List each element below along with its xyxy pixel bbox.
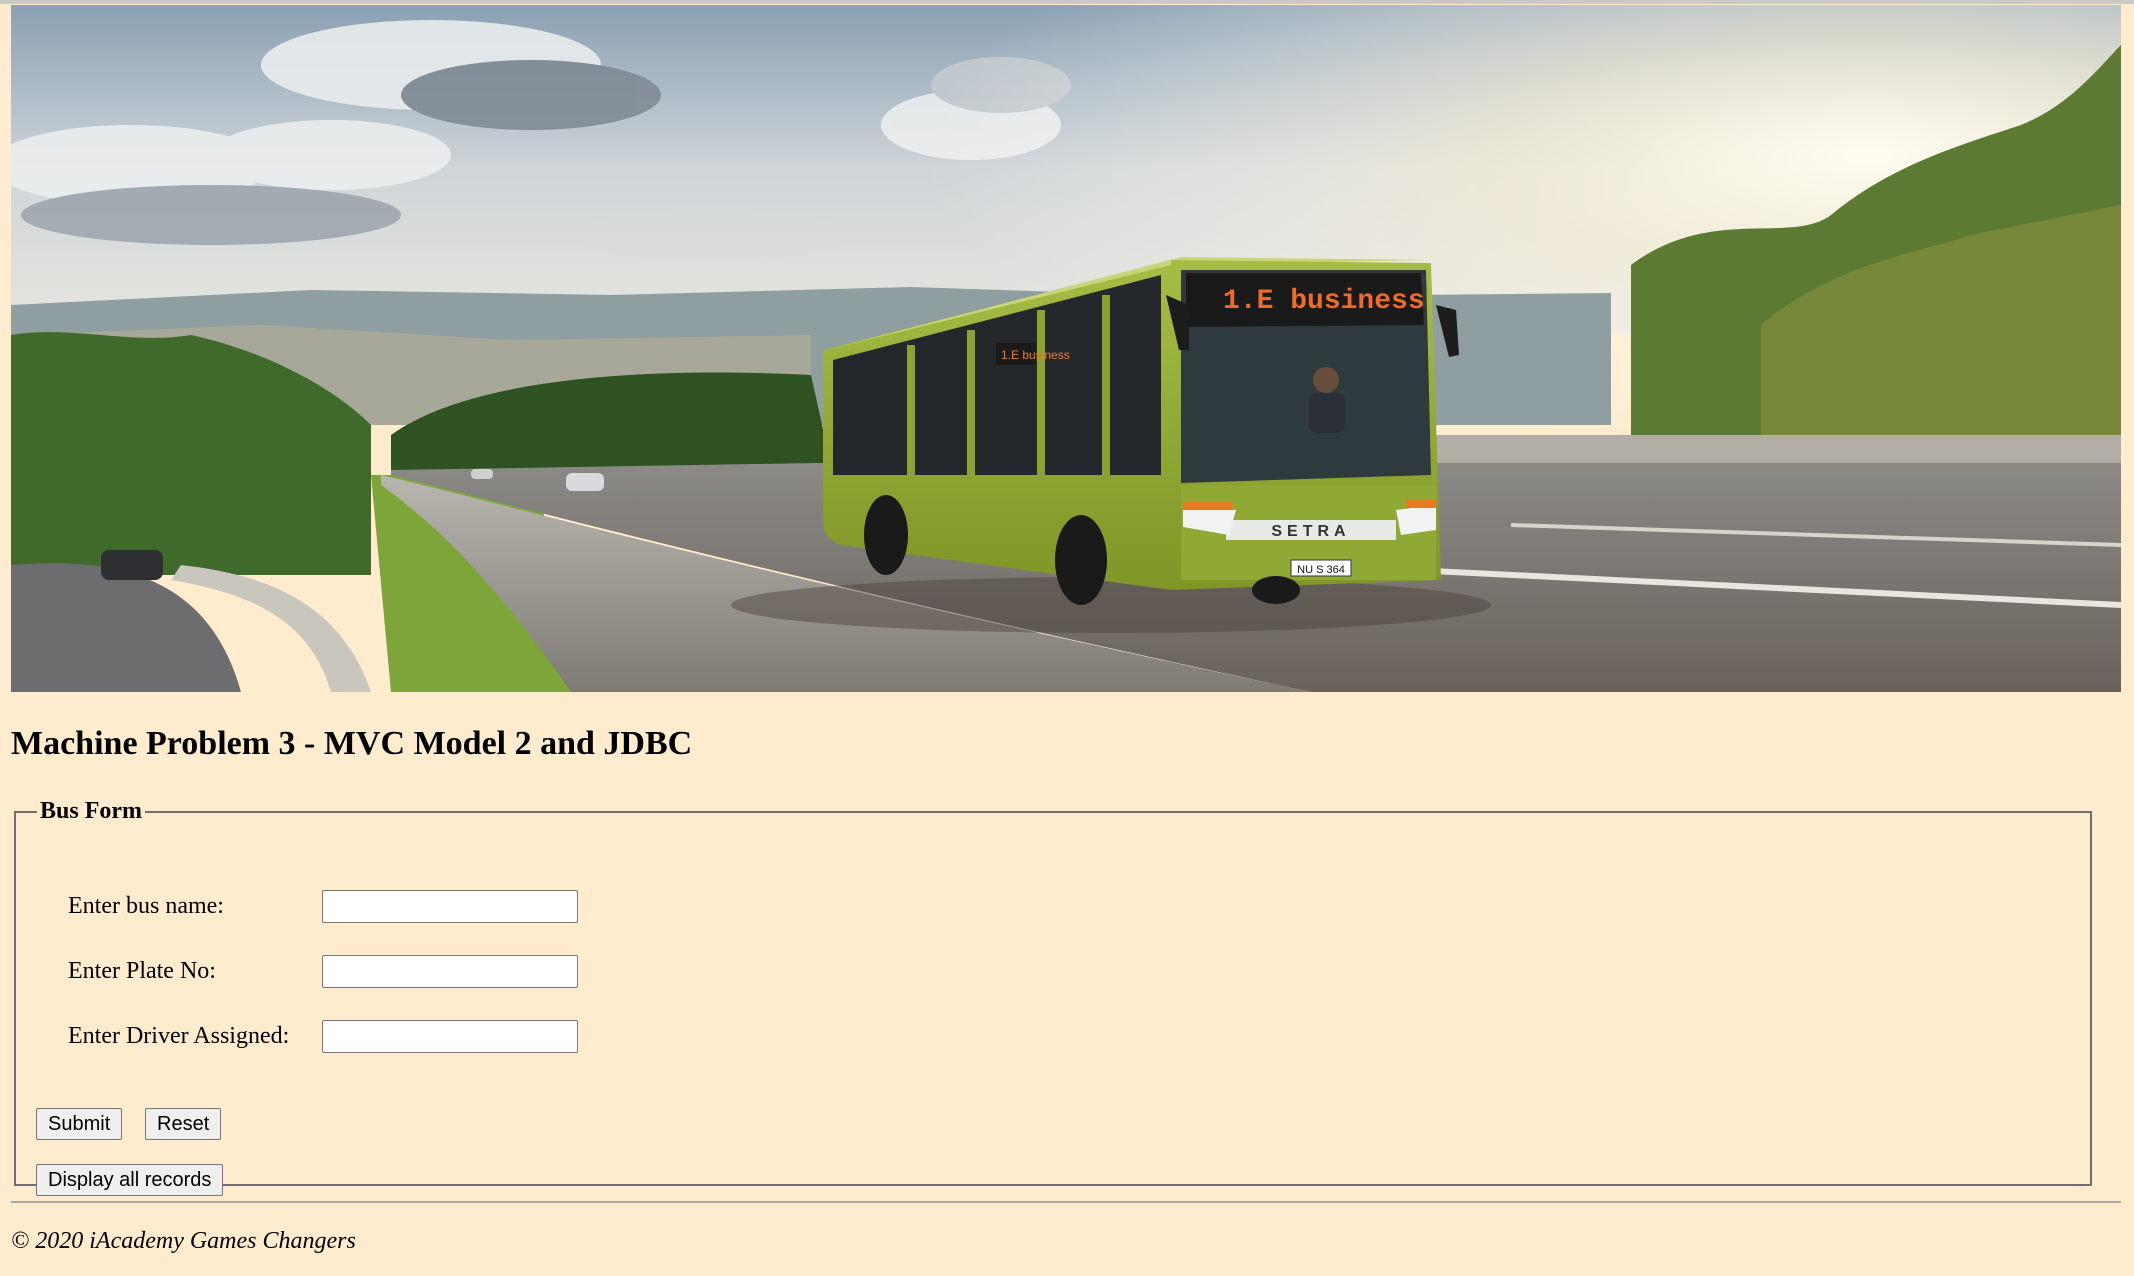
display-all-records-button[interactable]: Display all records	[36, 1164, 224, 1196]
plate-no-input[interactable]	[322, 955, 578, 988]
bus-on-highway-illustration: 1.E business 1.E business SETRA NU S 364	[11, 5, 2121, 692]
bus-name-input[interactable]	[322, 890, 578, 923]
bus-brand-text: SETRA	[1271, 523, 1350, 540]
reset-button[interactable]: Reset	[145, 1108, 222, 1140]
submit-button[interactable]: Submit	[36, 1108, 123, 1140]
driver-assigned-label: Enter Driver Assigned:	[68, 1023, 290, 1049]
bus-side-sign: 1.E business	[1001, 348, 1070, 362]
bus-form-legend: Bus Form	[40, 798, 142, 824]
browser-top-edge	[0, 0, 2134, 4]
driver-assigned-input[interactable]	[322, 1020, 578, 1053]
bus-form-fieldset: Bus Form Enter bus name: Enter Plate No:…	[14, 798, 2092, 1196]
plate-no-label: Enter Plate No:	[68, 958, 216, 984]
page-title: Machine Problem 3 - MVC Model 2 and JDBC	[11, 725, 693, 762]
footer-copyright: © 2020 iAcademy Games Changers	[11, 1228, 356, 1254]
bus-banner-image: 1.E business 1.E business SETRA NU S 364	[11, 5, 2121, 692]
bus-name-label: Enter bus name:	[68, 893, 224, 919]
bus-license-plate: NU S 364	[1297, 564, 1345, 576]
bus-destination-sign: 1.E business	[1223, 286, 1425, 317]
footer-divider	[11, 1201, 2121, 1203]
